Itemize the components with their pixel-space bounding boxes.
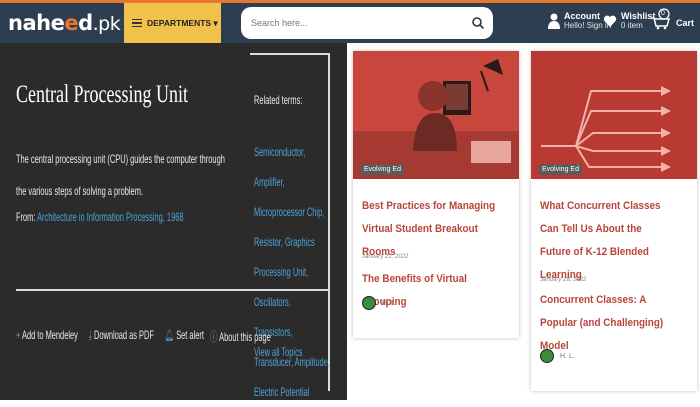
wishlist-link[interactable]: Wishlist 0 item: [603, 11, 655, 31]
departments-label: DEPARTMENTS ▾: [147, 17, 218, 28]
departments-button[interactable]: DEPARTMENTS ▾: [124, 3, 221, 43]
download-icon: ⤓: [88, 328, 92, 342]
site-header: naheed.pk DEPARTMENTS ▾ AccountHello! Si…: [0, 3, 700, 43]
add-to-mendeley-button[interactable]: + Add to Mendeley: [16, 328, 78, 342]
article-card: Evolving Ed Best Practices for Managing …: [353, 51, 519, 338]
related-terms-label: Related terms:: [254, 93, 303, 107]
avatar: [362, 296, 376, 310]
related-article-title[interactable]: Concurrent Classes: A Popular (and Chall…: [540, 289, 675, 358]
avatar: [540, 349, 554, 363]
article-thumbnail[interactable]: Evolving Ed: [531, 51, 697, 179]
article-date: January 28, 2022: [540, 277, 587, 283]
search-icon[interactable]: [471, 16, 485, 30]
plus-icon: +: [16, 328, 21, 342]
bell-icon: 🔔︎: [164, 328, 175, 342]
article-thumbnail[interactable]: Evolving Ed: [353, 51, 519, 179]
search-box: [241, 7, 493, 39]
about-page-link[interactable]: ⓘ About this page: [210, 328, 271, 345]
section-divider: [16, 289, 328, 291]
related-terms-list[interactable]: Semiconductor, Amplifier, Microprocessor…: [254, 137, 331, 407]
site-logo[interactable]: naheed.pk: [8, 10, 121, 37]
user-icon: [548, 13, 560, 29]
definition-title: Central Processing Unit: [16, 81, 188, 108]
cart-link[interactable]: 0 Cart: [650, 8, 694, 30]
article-card: Evolving Ed What Concurrent Classes Can …: [531, 51, 697, 391]
definition-actions: + Add to Mendeley ⤓ Download as PDF 🔔︎ S…: [16, 328, 213, 343]
article-author: H. L.: [540, 349, 575, 363]
set-alert-button[interactable]: 🔔︎ Set alert: [165, 328, 204, 342]
info-icon: ⓘ: [210, 330, 218, 344]
download-pdf-button[interactable]: ⤓ Download as PDF: [89, 328, 154, 342]
search-input[interactable]: [251, 15, 461, 31]
category-badge[interactable]: Evolving Ed: [361, 164, 404, 175]
definition-description: The central processing unit (CPU) guides…: [16, 152, 225, 198]
category-badge[interactable]: Evolving Ed: [539, 164, 582, 175]
article-author: H. L.: [362, 296, 397, 310]
definition-source: From: Architecture in Information Proces…: [16, 210, 184, 224]
view-all-topics-link[interactable]: View all Topics: [254, 345, 303, 359]
heart-icon: [603, 15, 617, 27]
article-title[interactable]: What Concurrent Classes Can Tell Us Abou…: [540, 195, 675, 287]
definition-panel: Central Processing Unit The central proc…: [0, 43, 347, 400]
source-link[interactable]: Architecture in Information Processing, …: [37, 210, 183, 224]
cart-count: 0: [661, 10, 665, 17]
account-link[interactable]: Account Hello! Sign in: [548, 11, 611, 31]
menu-icon: [132, 17, 142, 30]
article-date: January 21, 2022: [362, 254, 409, 260]
